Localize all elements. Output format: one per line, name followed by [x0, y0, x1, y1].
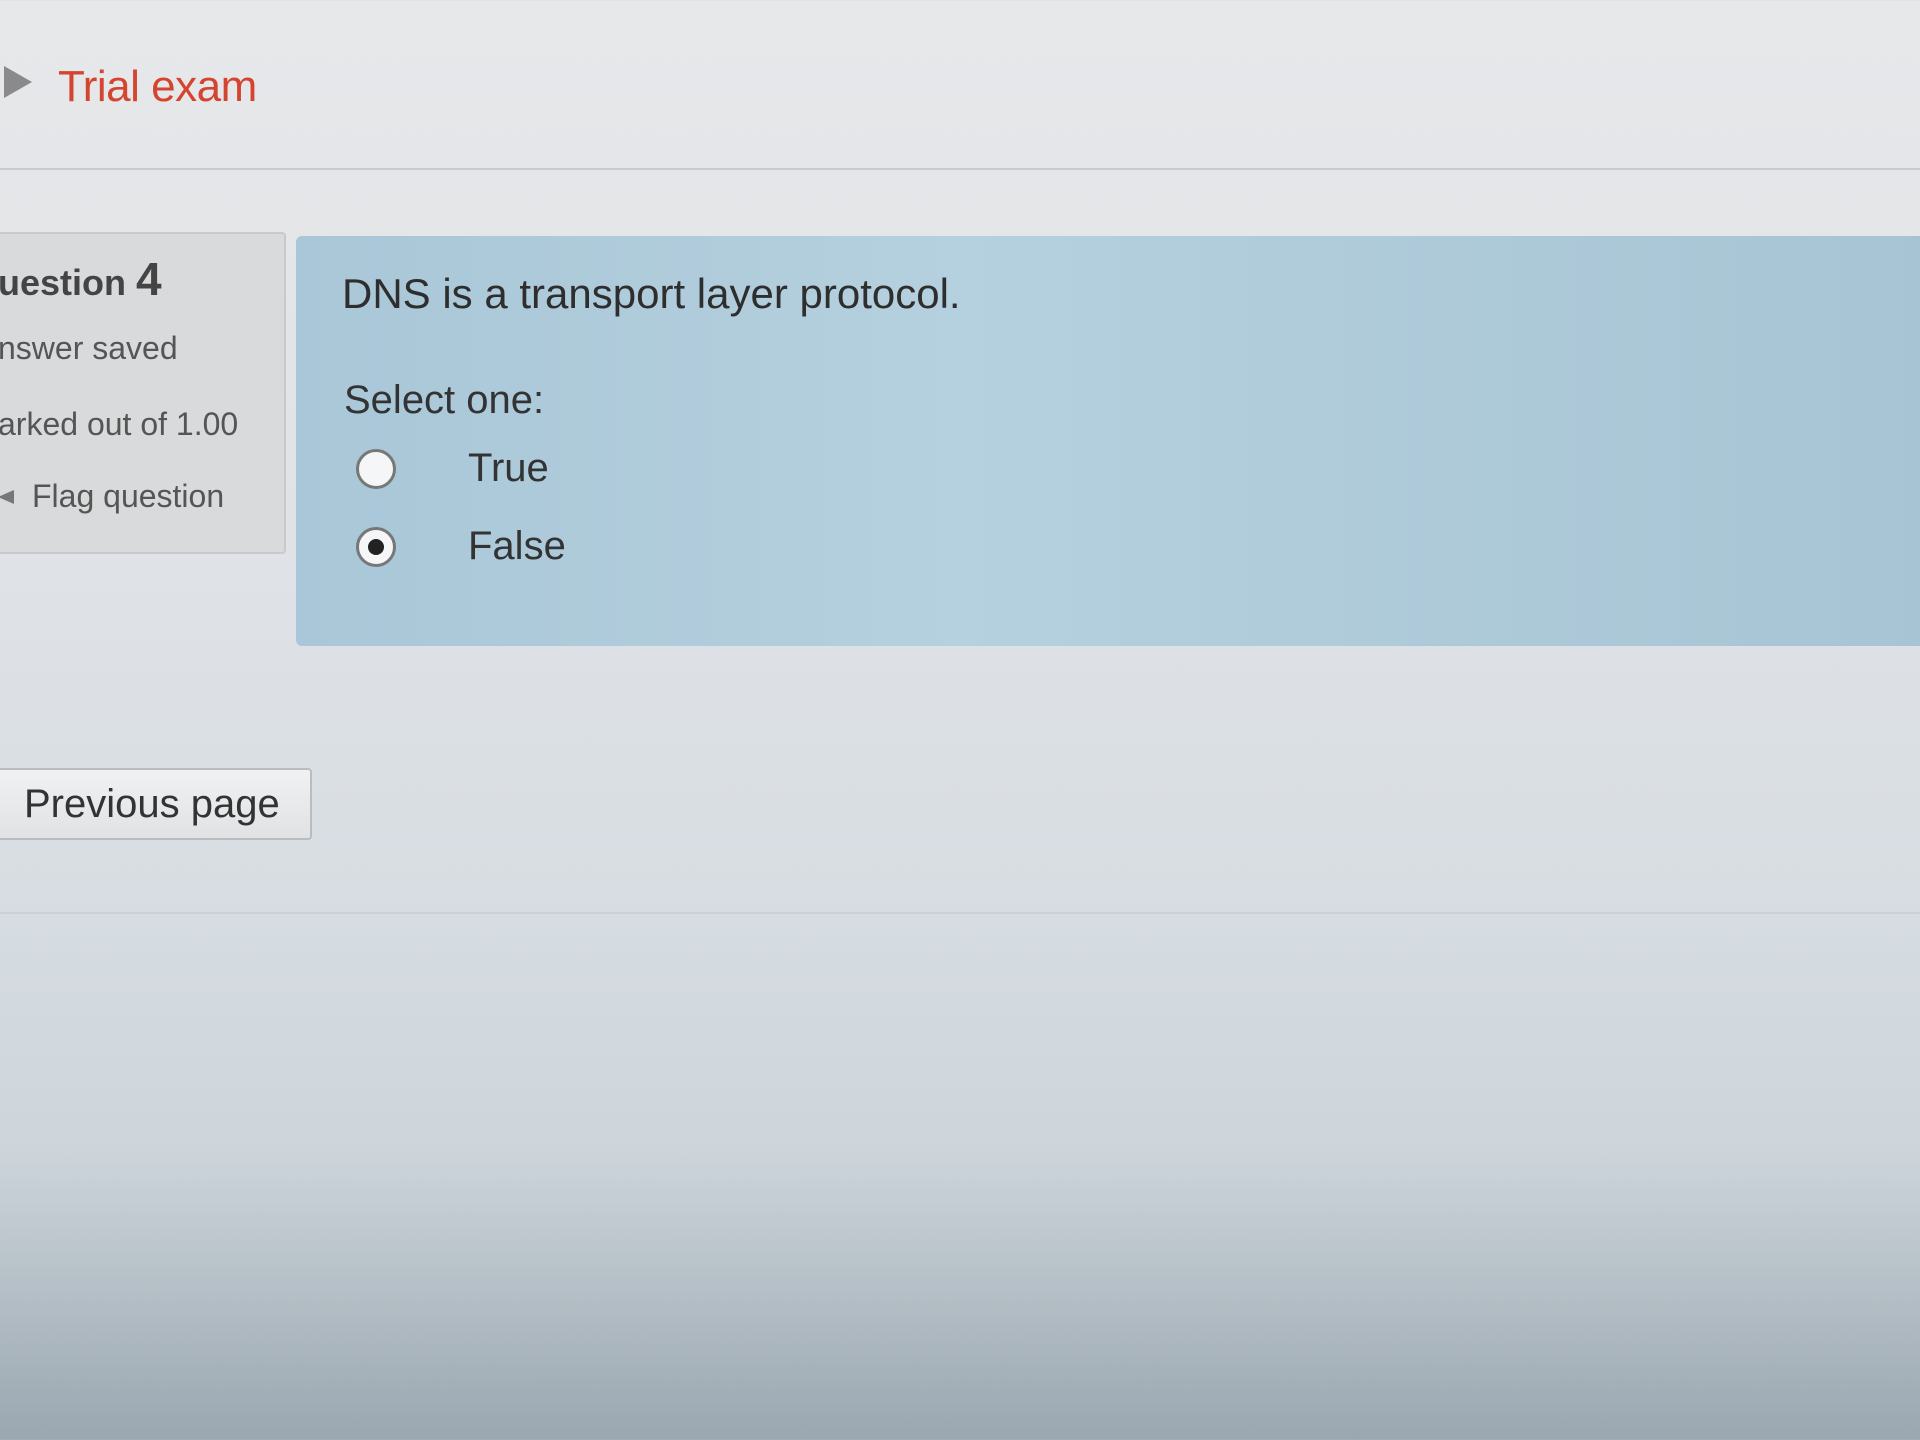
flag-question-button[interactable]: Flag question [0, 478, 224, 515]
select-one-prompt: Select one: [344, 378, 545, 422]
previous-page-button[interactable]: Previous page [0, 768, 312, 840]
option-label-true: True [468, 446, 549, 490]
question-content-panel: DNS is a transport layer protocol. Selec… [296, 236, 1920, 646]
header-divider [0, 168, 1920, 170]
radio-true[interactable] [356, 448, 396, 489]
question-number-value: 4 [136, 253, 162, 305]
question-grade: arked out of 1.00 [0, 406, 239, 442]
answer-option-true[interactable]: True [356, 446, 549, 491]
question-text: DNS is a transport layer protocol. [342, 270, 961, 317]
question-state: nswer saved [0, 330, 178, 366]
question-info-box: uestion 4 nswer saved arked out of 1.00 … [0, 232, 286, 554]
question-number: uestion 4 [0, 252, 162, 306]
flag-icon [0, 486, 20, 508]
option-label-false: False [468, 524, 566, 568]
triangle-right-icon [4, 66, 32, 98]
radio-false[interactable] [356, 526, 396, 567]
breadcrumb-trial-exam[interactable]: Trial exam [58, 62, 257, 112]
question-number-prefix: uestion [0, 262, 127, 303]
content-divider [0, 912, 1920, 914]
answer-option-false[interactable]: False [356, 524, 566, 569]
flag-question-label: Flag question [32, 478, 225, 514]
